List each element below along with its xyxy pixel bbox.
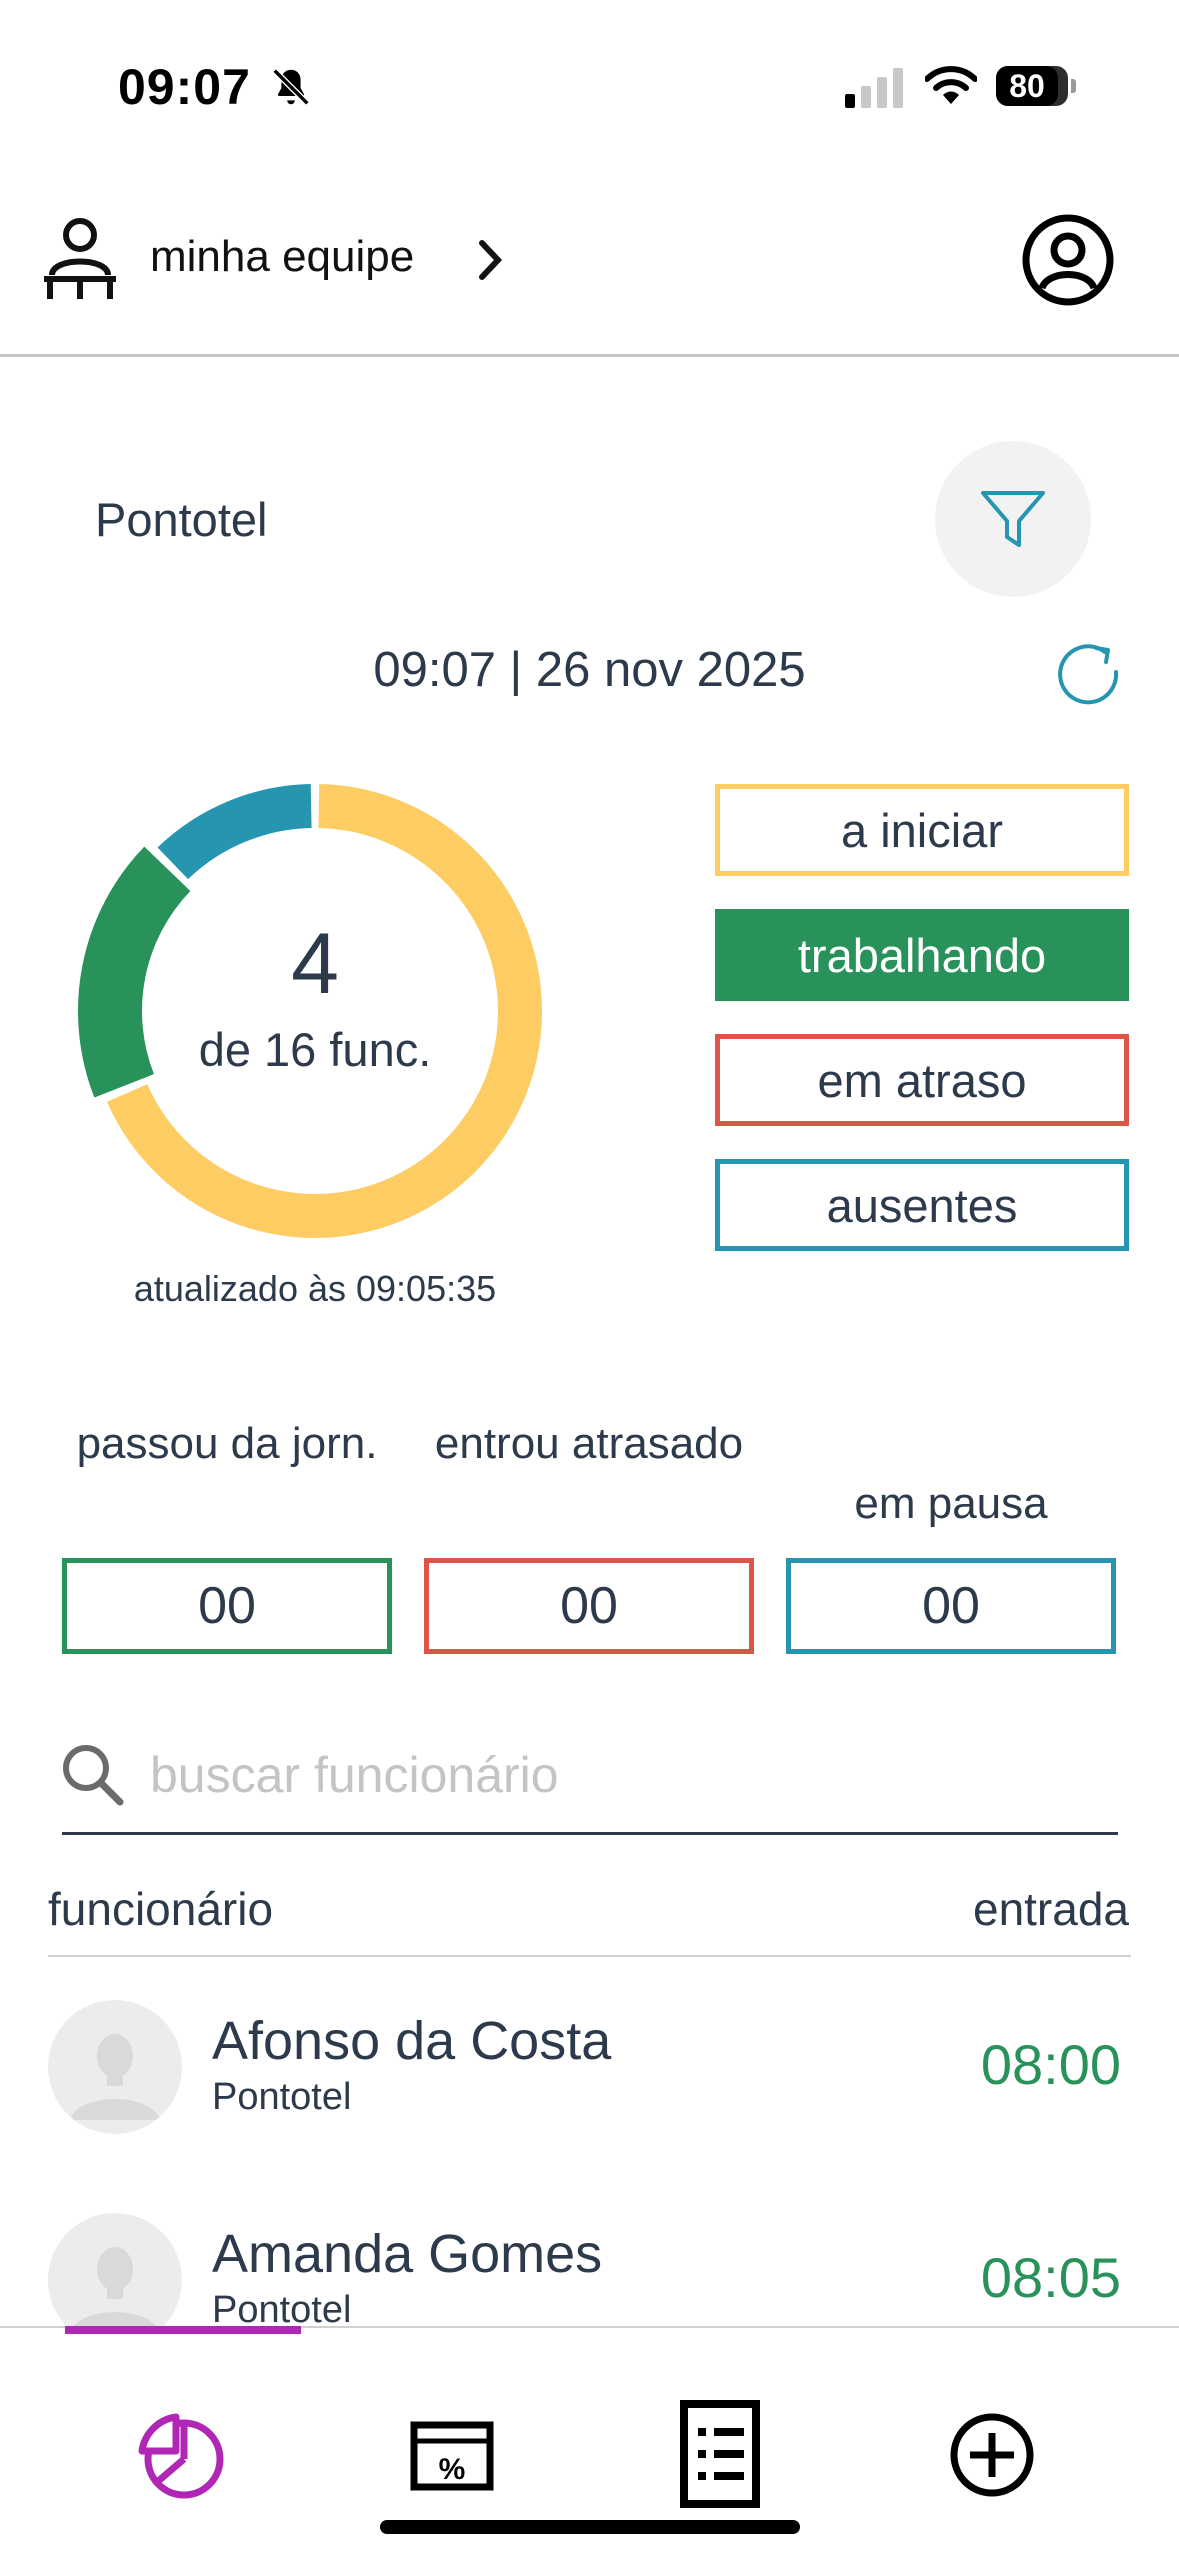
status-bar-time: 09:07 <box>118 59 251 115</box>
refresh-icon[interactable] <box>1050 636 1130 716</box>
nav-active-indicator <box>65 2326 301 2334</box>
company-name: Pontotel <box>95 493 268 546</box>
home-indicator <box>380 2520 800 2534</box>
search-input[interactable] <box>150 1740 1110 1810</box>
search-icon <box>63 1745 124 1806</box>
bell-slash-icon <box>272 68 310 106</box>
nav-list-button[interactable] <box>660 2395 780 2515</box>
working-count: 4 <box>291 916 339 1012</box>
counter-label-overtime: passou da jorn. <box>76 1419 378 1468</box>
team-icon[interactable] <box>40 215 120 305</box>
wifi-icon <box>925 66 977 104</box>
percent-calendar-icon: % <box>410 2421 494 2491</box>
header-divider <box>0 354 1179 357</box>
chevron-right-icon[interactable] <box>470 235 510 285</box>
counter-late-box[interactable]: 00 <box>424 1558 754 1654</box>
counter-overtime-box[interactable]: 00 <box>62 1558 392 1654</box>
filter-ausentes-button[interactable]: ausentes <box>715 1159 1129 1251</box>
avatar <box>48 2000 182 2134</box>
column-header-employee: funcionário <box>48 1883 274 1935</box>
dashboard-icon <box>138 2413 224 2499</box>
counter-value: 00 <box>560 1577 618 1635</box>
employee-company: Pontotel <box>212 2076 352 2118</box>
table-header-divider <box>48 1955 1131 1957</box>
filter-label: trabalhando <box>797 928 1047 982</box>
column-header-entry: entrada <box>972 1883 1129 1935</box>
list-icon <box>680 2400 760 2508</box>
counter-value: 00 <box>922 1577 980 1635</box>
filter-a-iniciar-button[interactable]: a iniciar <box>715 784 1129 876</box>
employee-name: Afonso da Costa <box>212 2011 612 2071</box>
counter-label-late: entrou atrasado <box>434 1419 744 1468</box>
donut-segment-trabalhando <box>78 846 191 1098</box>
employee-name: Amanda Gomes <box>212 2224 603 2284</box>
filter-trabalhando-button[interactable]: trabalhando <box>715 909 1129 1001</box>
filter-label: em atraso <box>817 1053 1027 1107</box>
team-selector-label[interactable]: minha equipe <box>150 232 414 282</box>
table-row[interactable]: Afonso da Costa Pontotel 08:00 <box>0 1980 1179 2180</box>
employee-entry-time: 08:05 <box>980 2246 1121 2309</box>
counter-value: 00 <box>198 1577 256 1635</box>
current-datetime: 09:07 | 26 nov 2025 <box>373 643 806 697</box>
battery-level: 80 <box>1009 68 1045 104</box>
total-employees: de 16 func. <box>198 1023 432 1076</box>
cellular-signal-icon <box>845 68 903 108</box>
search-underline <box>62 1832 1118 1835</box>
user-placeholder-icon <box>70 2034 160 2120</box>
svg-text:%: % <box>439 2453 466 2486</box>
filter-em-atraso-button[interactable]: em atraso <box>715 1034 1129 1126</box>
counter-label-pause: em pausa <box>854 1479 1048 1528</box>
counter-pause-box[interactable]: 00 <box>786 1558 1116 1654</box>
nav-dashboard-button[interactable] <box>122 2395 242 2515</box>
nav-timesheet-button[interactable]: % <box>392 2395 512 2515</box>
employee-entry-time: 08:00 <box>980 2033 1121 2096</box>
profile-icon[interactable] <box>1020 212 1116 308</box>
updated-timestamp: atualizado às 09:05:35 <box>133 1268 497 1309</box>
nav-add-button[interactable] <box>932 2395 1052 2515</box>
filter-label: a iniciar <box>841 803 1003 857</box>
filter-button[interactable] <box>935 441 1091 597</box>
filter-label: ausentes <box>826 1178 1018 1232</box>
battery-indicator: 80 <box>996 66 1076 106</box>
add-icon <box>950 2413 1034 2497</box>
donut-segment-ausentes <box>157 784 313 880</box>
filter-icon <box>981 491 1045 547</box>
